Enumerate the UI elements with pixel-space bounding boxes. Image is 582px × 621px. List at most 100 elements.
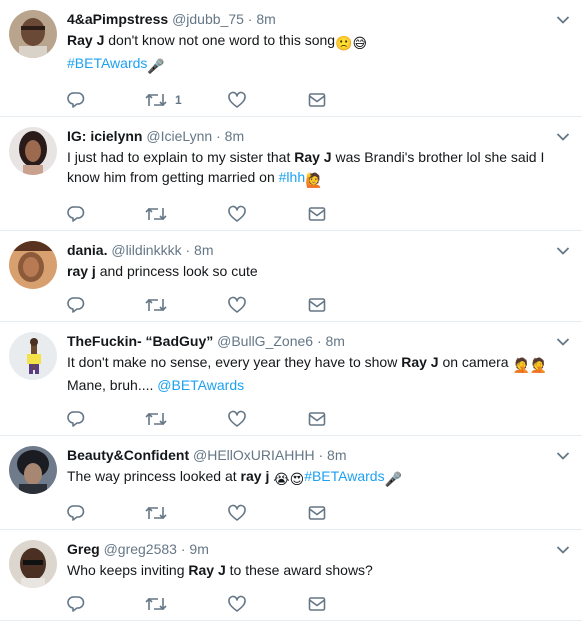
timestamp[interactable]: 8m [326, 333, 345, 349]
display-name[interactable]: 4&aPimpstress [67, 11, 168, 27]
heart-icon [228, 91, 246, 109]
tweet[interactable]: 4&aPimpstress @jdubb_75 · 8m Ray J don't … [0, 0, 582, 117]
like-button[interactable] [228, 295, 246, 315]
timestamp[interactable]: 8m [256, 11, 275, 27]
envelope-icon [308, 206, 326, 222]
retweet-button[interactable] [145, 295, 167, 315]
tweet-text: I just had to explain to my sister that … [67, 147, 552, 190]
retweet-button[interactable]: 1 [145, 90, 182, 110]
hashtag-link[interactable]: #lhh [279, 169, 305, 185]
retweet-button[interactable] [145, 204, 167, 224]
chevron-down-icon[interactable] [556, 448, 570, 460]
tweet-text: Ray J don't know not one word to this so… [67, 30, 552, 76]
reply-button[interactable] [67, 409, 85, 429]
tweet[interactable]: IG: icielynn @IcieLynn · 8m I just had to… [0, 117, 582, 231]
tweet-content: TheFuckin- “BadGuy” @BullG_Zone6 · 8m It … [67, 332, 552, 435]
direct-message-button[interactable] [308, 594, 326, 614]
direct-message-button[interactable] [308, 90, 326, 110]
avatar[interactable] [9, 127, 57, 175]
avatar[interactable] [9, 332, 57, 380]
like-button[interactable] [228, 204, 246, 224]
tweet[interactable]: TheFuckin- “BadGuy” @BullG_Zone6 · 8m It … [0, 322, 582, 436]
display-name[interactable]: Greg [67, 541, 100, 557]
tweet-header: Beauty&Confident @HEllOxURIAHHH · 8m [67, 446, 552, 464]
tweet-content: Greg @greg2583 · 9m Who keeps inviting Ra… [67, 540, 552, 620]
heart-icon [228, 595, 246, 613]
text-segment: Who keeps inviting [67, 562, 189, 578]
direct-message-button[interactable] [308, 409, 326, 429]
tweet-actions [67, 200, 552, 230]
highlighted-term: Ray J [401, 354, 439, 370]
direct-message-button[interactable] [308, 503, 326, 523]
hashtag-link[interactable]: @BETAwards [157, 377, 244, 393]
reply-button[interactable] [67, 204, 85, 224]
tweet-text: The way princess looked at ray j 😭😍#BETA… [67, 466, 552, 489]
tweet[interactable]: dania. @lildinkkkk · 8m ray j and princes… [0, 231, 582, 322]
display-name[interactable]: TheFuckin- “BadGuy” [67, 333, 213, 349]
text-segment: It don't make no sense, every year they … [67, 354, 402, 370]
separator-dot: · [314, 447, 328, 463]
reply-button[interactable] [67, 503, 85, 523]
envelope-icon [308, 411, 326, 427]
user-handle[interactable]: @BullG_Zone6 [217, 333, 313, 349]
user-handle[interactable]: @greg2583 [104, 541, 177, 557]
emoji: 🙋 [305, 172, 323, 188]
retweet-icon [145, 504, 167, 522]
tweet-header: dania. @lildinkkkk · 8m [67, 241, 552, 259]
emoji: 😭😍 [273, 471, 305, 487]
user-handle[interactable]: @IcieLynn [146, 128, 212, 144]
user-handle[interactable]: @HEllOxURIAHHH [193, 447, 315, 463]
timestamp[interactable]: 8m [327, 447, 346, 463]
text-segment: and princess look so cute [95, 263, 258, 279]
retweet-button[interactable] [145, 503, 167, 523]
tweet[interactable]: Greg @greg2583 · 9m Who keeps inviting Ra… [0, 530, 582, 621]
tweet-content: 4&aPimpstress @jdubb_75 · 8m Ray J don't … [67, 10, 552, 116]
like-button[interactable] [228, 409, 246, 429]
avatar[interactable] [9, 446, 57, 494]
chevron-down-icon[interactable] [556, 243, 570, 255]
direct-message-button[interactable] [308, 295, 326, 315]
hashtag-link[interactable]: #BETAwards [304, 468, 384, 484]
direct-message-button[interactable] [308, 204, 326, 224]
chevron-down-icon[interactable] [556, 12, 570, 24]
retweet-button[interactable] [145, 594, 167, 614]
like-button[interactable] [228, 503, 246, 523]
heart-icon [228, 504, 246, 522]
emoji: 🎤 [384, 471, 403, 487]
timestamp[interactable]: 8m [194, 242, 213, 258]
retweet-icon [145, 595, 167, 613]
reply-button[interactable] [67, 594, 85, 614]
user-handle[interactable]: @lildinkkkk [111, 242, 181, 258]
tweet[interactable]: Beauty&Confident @HEllOxURIAHHH · 8m The … [0, 436, 582, 530]
chevron-down-icon[interactable] [556, 542, 570, 554]
user-handle[interactable]: @jdubb_75 [172, 11, 244, 27]
display-name[interactable]: Beauty&Confident [67, 447, 189, 463]
chevron-down-icon[interactable] [556, 334, 570, 346]
timestamp[interactable]: 8m [225, 128, 244, 144]
reply-icon [67, 296, 85, 314]
avatar[interactable] [9, 241, 57, 289]
avatar[interactable] [9, 10, 57, 58]
timestamp[interactable]: 9m [189, 541, 208, 557]
emoji: 🎤 [147, 58, 165, 74]
chevron-down-icon[interactable] [556, 129, 570, 141]
reply-button[interactable] [67, 90, 85, 110]
envelope-icon [308, 297, 326, 313]
tweet-text: ray j and princess look so cute [67, 261, 552, 281]
tweet-text: Who keeps inviting Ray J to these award … [67, 560, 552, 580]
separator-dot: · [313, 333, 326, 349]
display-name[interactable]: IG: icielynn [67, 128, 142, 144]
envelope-icon [308, 92, 326, 108]
like-button[interactable] [228, 90, 246, 110]
display-name[interactable]: dania. [67, 242, 107, 258]
retweet-count: 1 [175, 93, 182, 107]
reply-button[interactable] [67, 295, 85, 315]
text-segment: Mane, bruh.... [67, 377, 158, 393]
avatar[interactable] [9, 540, 57, 588]
like-button[interactable] [228, 594, 246, 614]
envelope-icon [308, 505, 326, 521]
retweet-button[interactable] [145, 409, 167, 429]
hashtag-link[interactable]: #BETAwards [67, 55, 147, 71]
text-segment: The way princess looked at [67, 468, 241, 484]
retweet-icon [145, 296, 167, 314]
